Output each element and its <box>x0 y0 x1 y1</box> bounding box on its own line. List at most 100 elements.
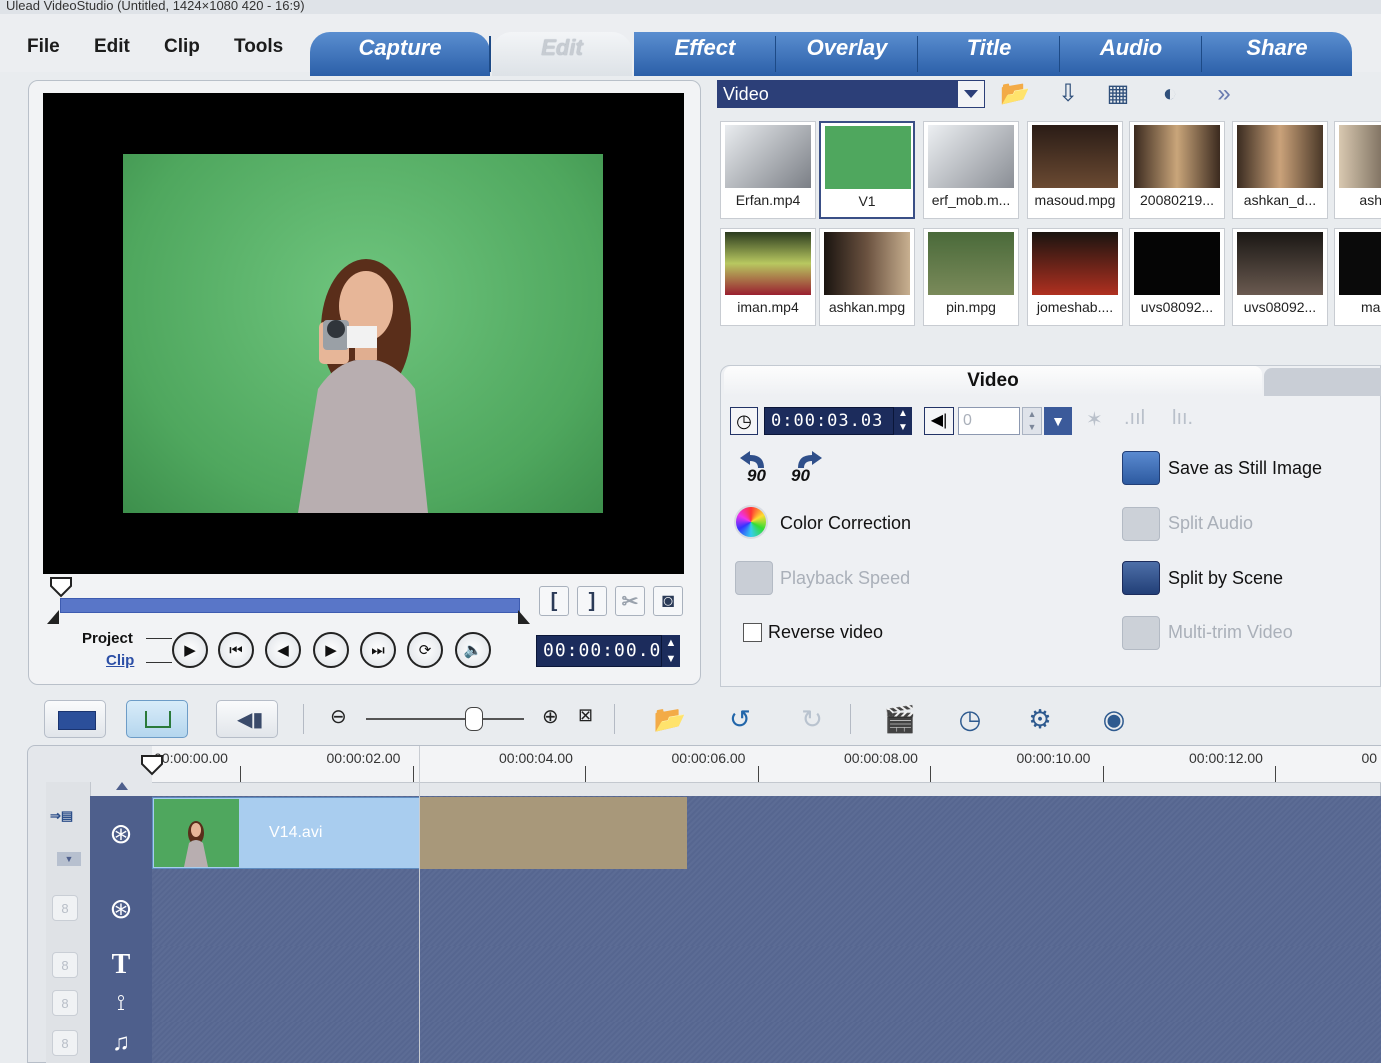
preview-timecode[interactable]: 00:00:00.00 <box>536 635 672 667</box>
track-expand-icon[interactable]: ▼ <box>57 852 81 866</box>
library-options-icon[interactable]: ◐ <box>1152 78 1188 110</box>
fade-out-icon[interactable]: lıı. <box>1172 407 1193 430</box>
scroll-up-icon[interactable] <box>114 780 130 792</box>
volume-spinner-icon[interactable]: ▲ ▼ <box>1022 407 1042 435</box>
zoom-slider-thumb[interactable] <box>465 707 483 731</box>
play-button[interactable]: ▶ <box>172 632 208 668</box>
home-button[interactable]: ⏮ <box>218 632 254 668</box>
playback-speed-button[interactable]: Playback Speed <box>780 568 910 589</box>
voice-track[interactable] <box>152 984 1381 1022</box>
tab-overlay[interactable]: Overlay <box>776 32 919 76</box>
enlarge-preview-icon[interactable]: ◙ <box>653 586 683 616</box>
batch-convert-icon[interactable]: ◷ <box>950 700 990 738</box>
library-thumbnail[interactable]: ashkan_d... <box>1232 121 1328 219</box>
folder-icon[interactable]: 📂 <box>997 78 1033 110</box>
scrubber-head-icon[interactable] <box>47 576 75 598</box>
surround-sound-icon[interactable]: ◉ <box>1094 700 1134 738</box>
duration-spinner-icon[interactable]: ▲ ▼ <box>894 407 912 435</box>
library-thumbnail[interactable]: jomeshab.... <box>1027 228 1123 326</box>
clip-mode-label[interactable]: Clip <box>106 652 134 669</box>
library-category-select[interactable]: Video <box>717 80 957 108</box>
repeat-button[interactable]: ⟳ <box>407 632 443 668</box>
split-audio-button[interactable]: Split Audio <box>1168 513 1253 534</box>
library-thumbnail[interactable]: Erfan.mp4 <box>720 121 816 219</box>
smart-proxy-icon[interactable]: 🎬 <box>880 700 920 738</box>
import-icon[interactable]: ⇩ <box>1050 78 1086 110</box>
clip-duration-field[interactable]: 0:00:03.03 <box>764 407 894 435</box>
library-thumbnail[interactable]: uvs08092... <box>1232 228 1328 326</box>
title-track[interactable] <box>152 946 1381 984</box>
clip-volume-field[interactable]: 0 <box>958 407 1020 435</box>
mute-icon[interactable]: ✶ <box>1086 407 1103 432</box>
scrubber-track[interactable] <box>60 598 520 613</box>
next-frame-button[interactable]: ▶ <box>313 632 349 668</box>
insert-media-icon[interactable]: 📂 <box>650 700 690 738</box>
trim-start-marker-icon[interactable] <box>45 608 61 626</box>
previous-frame-button[interactable]: ◀ <box>265 632 301 668</box>
zoom-out-icon[interactable]: ⊖ <box>330 704 347 729</box>
library-thumbnail[interactable]: 20080219... <box>1129 121 1225 219</box>
tab-edit[interactable]: Edit <box>492 32 632 76</box>
multi-trim-video-button[interactable]: Multi-trim Video <box>1168 622 1293 643</box>
library-thumbnail[interactable]: pin.mpg <box>923 228 1019 326</box>
menu-edit[interactable]: Edit <box>94 36 130 58</box>
overlay-track[interactable] <box>152 870 1381 946</box>
audio-view-button[interactable]: ◀▮ <box>216 700 278 738</box>
options-tab-attribute[interactable] <box>1264 368 1381 396</box>
track-manager-icon[interactable]: ⚙ <box>1020 700 1060 738</box>
end-button[interactable]: ⏭ <box>360 632 396 668</box>
redo-icon[interactable]: ↻ <box>792 700 832 738</box>
storyboard-view-button[interactable] <box>44 700 106 738</box>
tab-share[interactable]: Share <box>1202 32 1352 76</box>
options-tab-video[interactable]: Video <box>724 366 1262 396</box>
overlay-track-lock-icon[interactable]: 8 <box>52 895 78 921</box>
title-track-lock-icon[interactable]: 8 <box>52 952 78 978</box>
tab-audio[interactable]: Audio <box>1060 32 1203 76</box>
tab-title[interactable]: Title <box>918 32 1061 76</box>
color-wheel-icon[interactable] <box>734 505 768 539</box>
reverse-video-checkbox[interactable] <box>743 623 762 642</box>
music-track[interactable] <box>152 1022 1381 1063</box>
library-thumbnail[interactable]: ashkan.mpg <box>819 228 915 326</box>
menu-clip[interactable]: Clip <box>164 36 200 58</box>
library-thumbnail[interactable]: uvs08092... <box>1129 228 1225 326</box>
timecode-spinner-icon[interactable]: ▲ ▼ <box>662 635 680 667</box>
video-clip[interactable]: V14.avi <box>152 797 420 869</box>
undo-icon[interactable]: ↺ <box>720 700 760 738</box>
expand-library-icon[interactable]: » <box>1206 78 1242 110</box>
mark-out-button[interactable]: ] <box>577 586 607 616</box>
volume-dropdown-icon[interactable]: ▼ <box>1044 407 1072 435</box>
timeline-view-button[interactable] <box>126 700 188 738</box>
project-mode-label[interactable]: Project <box>82 630 133 647</box>
ripple-editing-icon[interactable]: ⇒▤ <box>50 808 73 824</box>
fade-in-icon[interactable]: .ııl <box>1124 407 1145 430</box>
library-thumbnail[interactable]: V1 <box>819 121 915 219</box>
color-correction-button[interactable]: Color Correction <box>780 513 911 534</box>
tab-capture[interactable]: Capture <box>310 32 491 76</box>
library-thumbnail[interactable]: iman.mp4 <box>720 228 816 326</box>
library-thumbnail[interactable]: masoud.mpg <box>1027 121 1123 219</box>
ruler-tick <box>412 766 414 782</box>
menu-file[interactable]: File <box>27 36 60 58</box>
chevron-down-icon[interactable] <box>957 80 985 108</box>
trim-end-marker-icon[interactable] <box>516 608 532 626</box>
fit-project-icon[interactable]: ⊠ <box>578 705 593 726</box>
mark-in-button[interactable]: [ <box>539 586 569 616</box>
rotate-right-icon[interactable]: 90 <box>788 450 828 488</box>
rotate-left-icon[interactable]: 90 <box>734 450 774 488</box>
music-track-lock-icon[interactable]: 8 <box>52 1030 78 1056</box>
menu-tools[interactable]: Tools <box>234 36 283 58</box>
library-view-icon[interactable]: ▦ <box>1100 78 1136 110</box>
playhead-marker-icon[interactable] <box>138 754 166 778</box>
split-by-scene-button[interactable]: Split by Scene <box>1168 568 1283 589</box>
tab-effect[interactable]: Effect <box>634 32 777 76</box>
library-thumbnail[interactable]: manso <box>1334 228 1381 326</box>
cut-clip-icon[interactable]: ✂ <box>615 586 645 616</box>
volume-button[interactable]: 🔈 <box>455 632 491 668</box>
save-as-still-image-button[interactable]: Save as Still Image <box>1168 458 1322 479</box>
library-thumbnail[interactable]: erf_mob.m... <box>923 121 1019 219</box>
voice-track-lock-icon[interactable]: 8 <box>52 990 78 1016</box>
library-thumbnail[interactable]: ashkan <box>1334 121 1381 219</box>
zoom-slider-track[interactable] <box>366 718 524 720</box>
zoom-in-icon[interactable]: ⊕ <box>542 704 559 729</box>
